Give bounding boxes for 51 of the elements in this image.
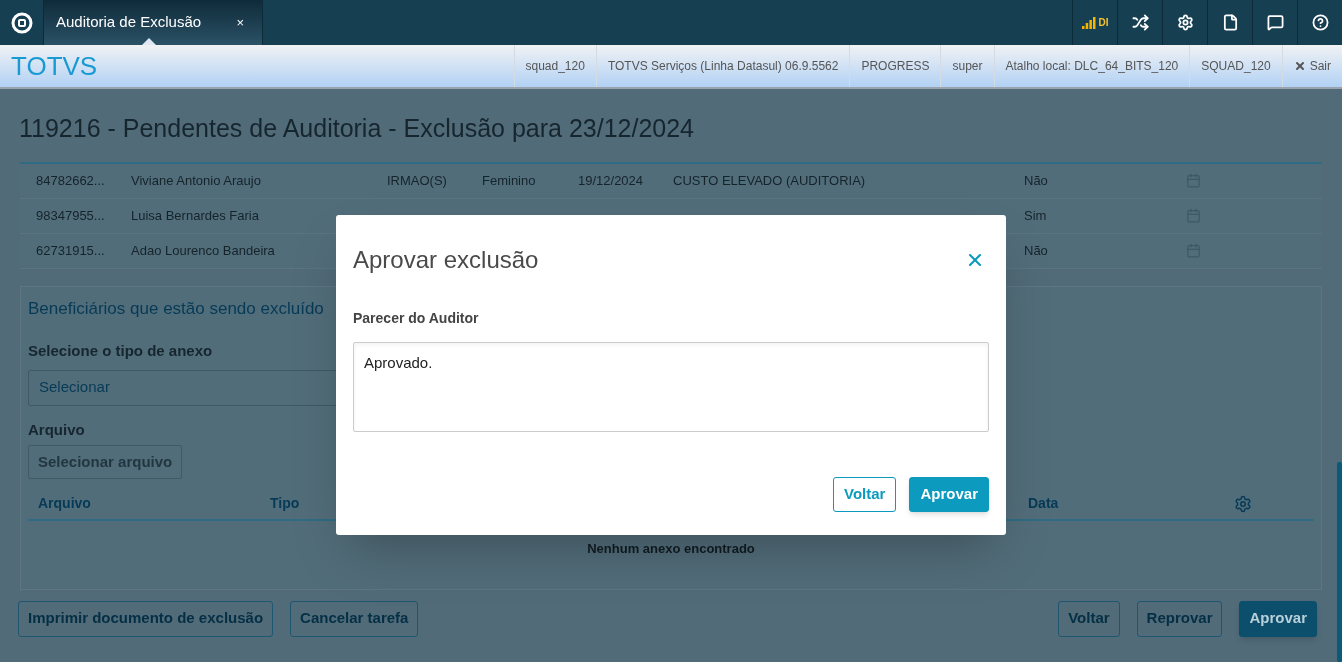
text-area[interactable]: Aprovado. bbox=[353, 342, 989, 432]
table-cell-text: Luisa Bernardes Faria bbox=[131, 206, 260, 225]
empty-message: Nenhum anexo encontrado bbox=[587, 540, 755, 558]
table-cell-text: 84782662... bbox=[36, 171, 106, 190]
tab[interactable]: Auditoria de Exclusão × bbox=[44, 0, 263, 45]
info-item: super bbox=[940, 45, 994, 87]
file-icon[interactable] bbox=[1221, 14, 1239, 31]
column-header[interactable]: Arquivo bbox=[38, 493, 270, 514]
tab-close[interactable]: × bbox=[236, 12, 244, 33]
table-cell-text: 62731915... bbox=[36, 241, 106, 260]
signal-label: DI bbox=[1098, 16, 1109, 30]
column-header[interactable]: Data bbox=[1028, 493, 1234, 514]
table-cell: IRMAO(S) bbox=[387, 172, 447, 188]
help-icon[interactable] bbox=[1311, 14, 1329, 31]
info-item: TOTVS Serviços (Linha Datasul) 06.9.5562 bbox=[595, 45, 850, 87]
outline-button[interactable]: Voltar bbox=[1058, 600, 1120, 637]
outline-button[interactable]: Reprovar bbox=[1136, 600, 1223, 637]
close-icon bbox=[1293, 60, 1306, 72]
table-cell-text: Não bbox=[1024, 241, 1049, 260]
table-cell-text: 98347955... bbox=[36, 206, 106, 225]
table-row[interactable]: 84782662... Viviane Antonio Araujo IRMAO(S) Feminino 19/12/2024 CUSTO ELEVADO (AUDITORIA) Não bbox=[20, 163, 1322, 199]
scrollbar[interactable] bbox=[1337, 462, 1342, 662]
info-item: squad_120 bbox=[513, 45, 596, 87]
primary-button[interactable]: Aprovar bbox=[1239, 600, 1317, 637]
outline-button[interactable]: Imprimir documento de exclusão bbox=[18, 600, 274, 637]
table-cell: Feminino bbox=[482, 172, 536, 188]
table-cell: 19/12/2024 bbox=[578, 172, 644, 188]
tab-label: Auditoria de Exclusão bbox=[56, 12, 202, 33]
outline-button[interactable]: Voltar bbox=[833, 477, 897, 512]
info-item: PROGRESS bbox=[849, 45, 941, 87]
chat-icon[interactable] bbox=[1266, 14, 1284, 31]
info-item: SQUAD_120 bbox=[1189, 45, 1282, 87]
table-cell-text: Sim bbox=[1024, 206, 1048, 225]
page-title: 119216 - Pendentes de Auditoria - Exclusão para 23/12/2024 bbox=[18, 113, 696, 144]
shuffle-icon[interactable] bbox=[1131, 14, 1149, 31]
table-cell: CUSTO ELEVADO (AUDITORIA) bbox=[673, 172, 866, 188]
field-label: Selecione o tipo de anexo bbox=[28, 341, 214, 361]
info-item: Atalho local: DLC_64_BITS_120 bbox=[993, 45, 1190, 87]
section-title: Beneficiários que estão sendo excluído bbox=[28, 297, 324, 320]
dialog-title: Aprovar exclusão bbox=[353, 244, 539, 275]
outline-button[interactable]: Cancelar tarefa bbox=[290, 600, 419, 637]
logo-icon[interactable] bbox=[10, 11, 33, 34]
field-label: Parecer do Auditor bbox=[353, 309, 480, 328]
exit-button[interactable]: Sair bbox=[1281, 45, 1342, 87]
table-cell-text: Adao Lourenco Bandeira bbox=[131, 241, 276, 260]
brand-logo: TOTVS bbox=[11, 49, 98, 83]
table-cell-text: Viviane Antonio Araujo bbox=[131, 171, 262, 190]
primary-button[interactable]: Aprovar bbox=[909, 477, 989, 512]
signal-icon[interactable] bbox=[1081, 16, 1096, 29]
field-label: Arquivo bbox=[28, 419, 86, 440]
table-cell-text: Não bbox=[1024, 171, 1049, 190]
